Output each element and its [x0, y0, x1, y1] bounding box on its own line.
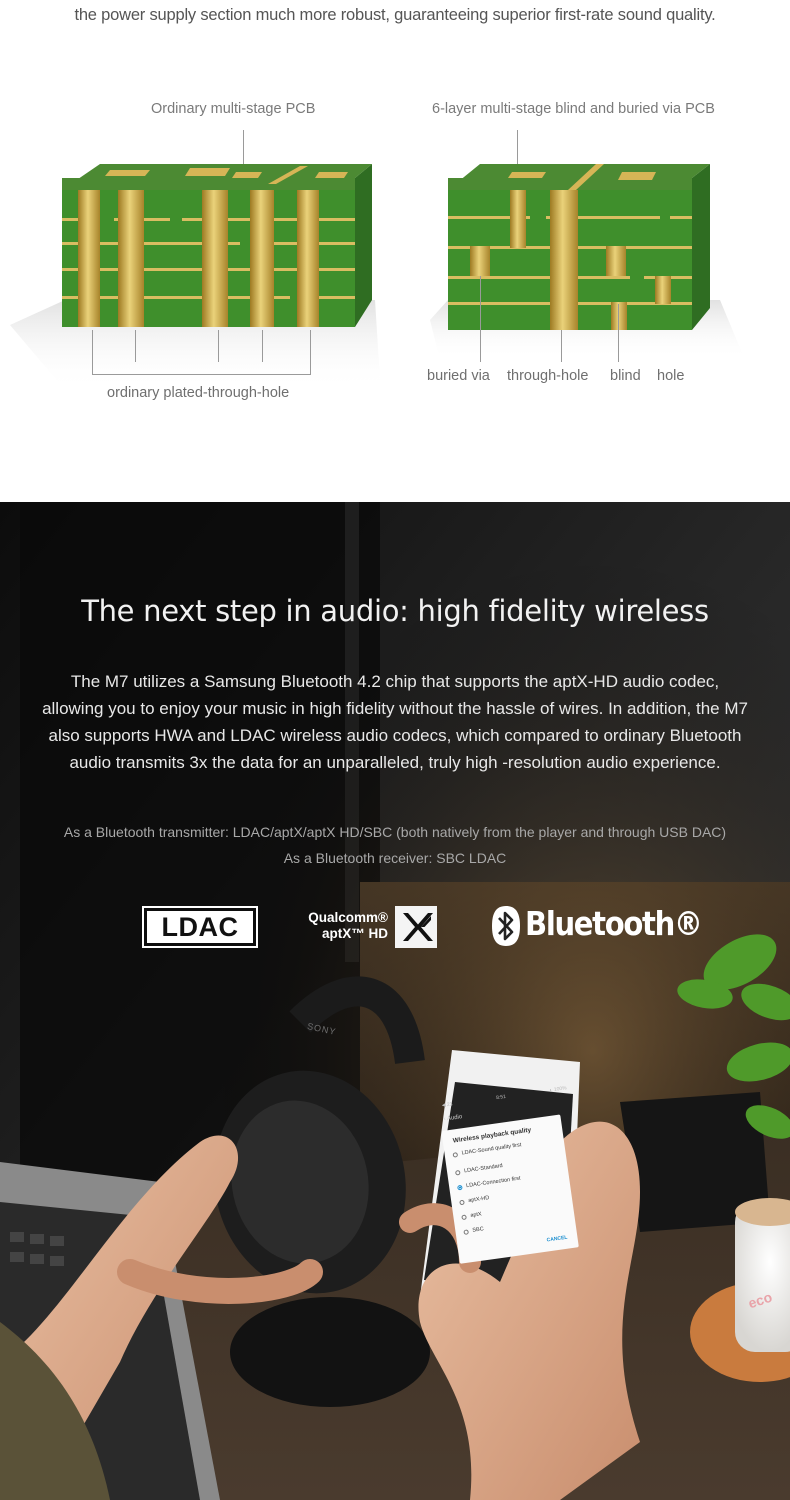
status-time: 8:51 [495, 1093, 507, 1102]
qualcomm-aptx-hd-logo: Qualcomm® aptX™ HD [296, 910, 388, 942]
through-hole-label: through-hole [507, 368, 589, 384]
ldac-logo: LDAC [142, 906, 258, 948]
blind-buried-pcb-caption: 6-layer multi-stage blind and buried via… [432, 101, 715, 117]
wireless-title: The next step in audio: high fidelity wi… [81, 594, 709, 628]
pcb-comparison-section: the power supply section much more robus… [0, 0, 790, 502]
ordinary-leader-3 [218, 330, 219, 362]
option-label: aptX-HD [467, 1195, 490, 1205]
status-battery: ◐ 100% [549, 1085, 568, 1094]
radio-icon [452, 1151, 459, 1158]
option-label: LDAC-Sound quality first [461, 1142, 522, 1157]
transmitter-codecs: As a Bluetooth transmitter: LDAC/aptX/ap… [63, 824, 727, 840]
cancel-button[interactable]: CANCEL [546, 1235, 567, 1244]
qualcomm-text: Qualcomm® [308, 910, 388, 925]
buried-via-leader [480, 276, 481, 362]
hole-label: hole [657, 368, 685, 384]
option-label: aptX [470, 1211, 483, 1219]
ordinary-pcb-figure [10, 164, 380, 390]
ldac-logo-text: LDAC [147, 911, 253, 943]
radio-selected-icon [457, 1184, 463, 1190]
intro-text: the power supply section much more robus… [74, 6, 716, 24]
audio-header[interactable]: ‹ Audio [443, 1114, 462, 1123]
blind-buried-pcb-figure [430, 164, 745, 360]
aptx-hd-text: aptX™ HD [321, 926, 388, 941]
wireless-description: The M7 utilizes a Samsung Bluetooth 4.2 … [42, 672, 748, 772]
player-screen: ◀ 23 8:51 ◐ 100% ‹ Audio Wireless playba… [424, 1075, 596, 1274]
radio-icon [459, 1199, 465, 1205]
lifestyle-photo [0, 502, 790, 1500]
through-hole-leader [561, 330, 562, 362]
bluetooth-icon [492, 906, 520, 946]
radio-icon [463, 1228, 469, 1235]
option-label: SBC [472, 1226, 485, 1234]
option-label: LDAC-Standard [463, 1162, 504, 1175]
status-volume: ◀ 23 [441, 1101, 453, 1109]
ordinary-leader-4 [262, 330, 263, 362]
buried-via-label: buried via [427, 368, 490, 384]
ordinary-pcb-caption: Ordinary multi-stage PCB [151, 101, 316, 117]
blind-label: blind [610, 368, 641, 384]
radio-icon [461, 1213, 467, 1220]
ordinary-leader-5 [310, 330, 311, 375]
ordinary-plated-through-hole-label: ordinary plated-through-hole [107, 385, 290, 401]
ordinary-leader-bar [92, 374, 311, 375]
radio-icon [454, 1169, 461, 1176]
wireless-quality-dialog: Wireless playback quality LDAC-Sound qua… [441, 1114, 579, 1264]
blind-leader [618, 304, 619, 362]
ordinary-leader-2 [135, 330, 136, 362]
receiver-codecs: As a Bluetooth receiver: SBC LDAC [283, 850, 507, 866]
wireless-audio-section: SONY eco ◀ 23 8:51 ◐ 100% ‹ Audio Wirele… [0, 502, 790, 1500]
ordinary-leader-1 [92, 330, 93, 375]
aptx-x-icon [395, 906, 437, 948]
bluetooth-wordmark: Bluetooth® [525, 904, 703, 943]
option-label: LDAC-Connection first [465, 1175, 521, 1190]
